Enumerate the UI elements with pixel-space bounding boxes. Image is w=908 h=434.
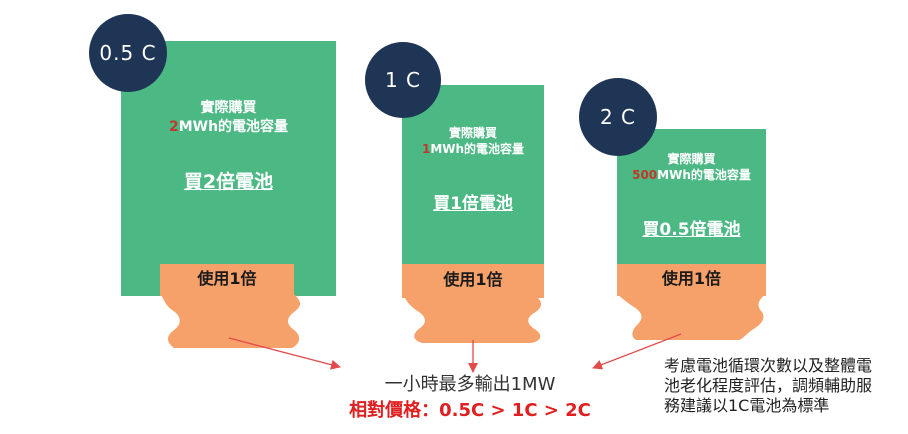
- output-caption: 一小時最多輸出1MW: [384, 374, 556, 395]
- note-line-2: 池老化程度評估，調頻輔助服: [664, 376, 873, 395]
- note-line-1: 考慮電池循環次數以及整體電: [664, 356, 873, 375]
- recommendation-note: 考慮電池循環次數以及整體電 池老化程度評估，調頻輔助服 務建議以1C電池為標準: [664, 356, 872, 416]
- price-caption: 相對價格：0.5C > 1C > 2C: [349, 400, 591, 421]
- arrow-from-0-5c: [228, 337, 341, 370]
- note-line-3: 務建議以1C電池為標準: [664, 396, 830, 415]
